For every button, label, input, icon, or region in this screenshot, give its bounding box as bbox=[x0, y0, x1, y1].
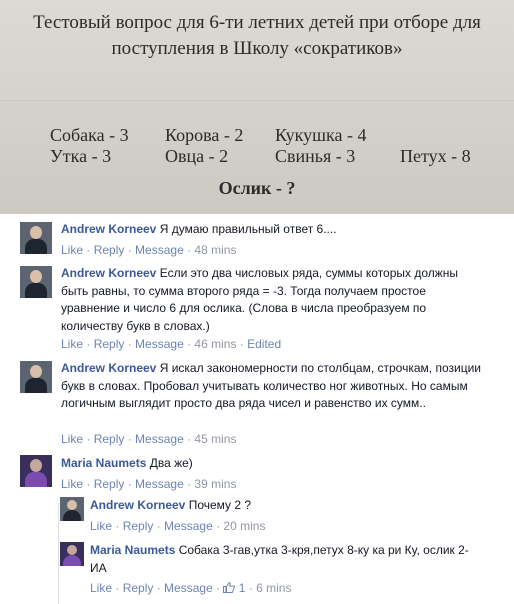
message-link[interactable]: Message bbox=[135, 432, 184, 446]
comment-actions: Like · Reply · Message · 20 mins bbox=[90, 519, 266, 533]
comment-body: Два же) bbox=[149, 456, 193, 470]
reply-link[interactable]: Reply bbox=[94, 477, 125, 491]
riddle-item: Свинья - 3 bbox=[275, 146, 356, 166]
comment-time[interactable]: 45 mins bbox=[194, 432, 236, 446]
comment-time[interactable]: 20 mins bbox=[223, 519, 265, 533]
like-link[interactable]: Like bbox=[61, 432, 83, 446]
like-link[interactable]: Like bbox=[90, 519, 112, 533]
comment: Maria Naumets Два же) Like · Reply · Mes… bbox=[20, 455, 500, 495]
comment-time[interactable]: 39 mins bbox=[194, 477, 236, 491]
message-link[interactable]: Message bbox=[135, 243, 184, 257]
comment-author[interactable]: Andrew Korneev bbox=[61, 222, 156, 236]
user-avatar[interactable] bbox=[60, 497, 84, 521]
comment-actions: Like · Reply · Message · 39 mins bbox=[61, 477, 237, 491]
edited-link[interactable]: Edited bbox=[247, 337, 281, 351]
reply-link[interactable]: Reply bbox=[94, 243, 125, 257]
reply-link[interactable]: Reply bbox=[94, 337, 125, 351]
user-avatar[interactable] bbox=[20, 361, 52, 393]
comment-author[interactable]: Andrew Korneev bbox=[90, 498, 185, 512]
riddle-item: Корова - 2 bbox=[165, 125, 244, 145]
comment-author[interactable]: Maria Naumets bbox=[61, 456, 146, 470]
user-avatar[interactable] bbox=[20, 266, 52, 298]
riddle-item: Кукушка - 4 bbox=[275, 125, 367, 145]
message-link[interactable]: Message bbox=[135, 477, 184, 491]
comment-time[interactable]: 6 mins bbox=[256, 581, 291, 595]
riddle-title-line1: Тестовый вопрос для 6-ти летних детей пр… bbox=[33, 12, 481, 33]
riddle-photo: Тестовый вопрос для 6-ти летних детей пр… bbox=[0, 0, 514, 214]
message-link[interactable]: Message bbox=[164, 519, 213, 533]
comment-text: Andrew Korneev Я думаю правильный ответ … bbox=[61, 221, 493, 239]
riddle-question: Ослик - ? bbox=[218, 178, 296, 198]
comment-body: Я думаю правильный ответ 6.... bbox=[159, 222, 337, 236]
like-link[interactable]: Like bbox=[61, 243, 83, 257]
like-link[interactable]: Like bbox=[61, 337, 83, 351]
reply-link[interactable]: Reply bbox=[123, 519, 154, 533]
comment-text: Maria Naumets Собака 3-гав,утка 3-кря,пе… bbox=[90, 542, 475, 577]
comment-text: Andrew Korneev Почему 2 ? bbox=[90, 497, 490, 515]
comment-actions: Like · Reply · Message · 45 mins bbox=[61, 432, 237, 446]
riddle-item: Собака - 3 bbox=[50, 125, 129, 145]
message-link[interactable]: Message bbox=[164, 581, 213, 595]
comment-text: Andrew Korneev Если это два числовых ряд… bbox=[61, 265, 481, 335]
user-avatar[interactable] bbox=[20, 455, 52, 487]
reply-comment: Maria Naumets Собака 3-гав,утка 3-кря,пе… bbox=[60, 542, 500, 602]
riddle-item: Петух - 8 bbox=[400, 146, 471, 166]
like-link[interactable]: Like bbox=[90, 581, 112, 595]
comment-author[interactable]: Andrew Korneev bbox=[61, 266, 156, 280]
comment-author[interactable]: Maria Naumets bbox=[90, 543, 175, 557]
reply-thread-line bbox=[58, 503, 59, 604]
like-link[interactable]: Like bbox=[61, 477, 83, 491]
comment-time[interactable]: 48 mins bbox=[194, 243, 236, 257]
comment-text: Maria Naumets Два же) bbox=[61, 455, 493, 473]
riddle-item: Утка - 3 bbox=[50, 146, 112, 166]
reply-link[interactable]: Reply bbox=[94, 432, 125, 446]
reply-comment: Andrew Korneev Почему 2 ? Like · Reply ·… bbox=[60, 497, 500, 537]
comment-body: Почему 2 ? bbox=[188, 498, 252, 512]
comment: Andrew Korneev Я искал закономерности по… bbox=[20, 361, 500, 451]
comment-text: Andrew Korneev Я искал закономерности по… bbox=[61, 360, 493, 413]
thumbs-up-icon[interactable] bbox=[223, 582, 236, 593]
comment-actions: Like · Reply · Message · 46 mins · Edite… bbox=[61, 337, 282, 351]
user-avatar[interactable] bbox=[20, 222, 52, 254]
message-link[interactable]: Message bbox=[135, 337, 184, 351]
photo-fold bbox=[0, 100, 514, 101]
comment: Andrew Korneev Если это два числовых ряд… bbox=[20, 266, 500, 356]
riddle-item: Овца - 2 bbox=[165, 146, 229, 166]
user-avatar[interactable] bbox=[60, 542, 84, 566]
like-count[interactable]: 1 bbox=[239, 581, 246, 595]
comment-author[interactable]: Andrew Korneev bbox=[61, 361, 156, 375]
comment-time[interactable]: 46 mins bbox=[194, 337, 236, 351]
riddle-title-line2: поступления в Школу «сократиков» bbox=[111, 38, 403, 59]
reply-link[interactable]: Reply bbox=[123, 581, 154, 595]
comment: Andrew Korneev Я думаю правильный ответ … bbox=[20, 222, 500, 262]
comment-actions: Like · Reply · Message · 1 · 6 mins bbox=[90, 581, 292, 595]
comment-actions: Like · Reply · Message · 48 mins bbox=[61, 243, 237, 257]
